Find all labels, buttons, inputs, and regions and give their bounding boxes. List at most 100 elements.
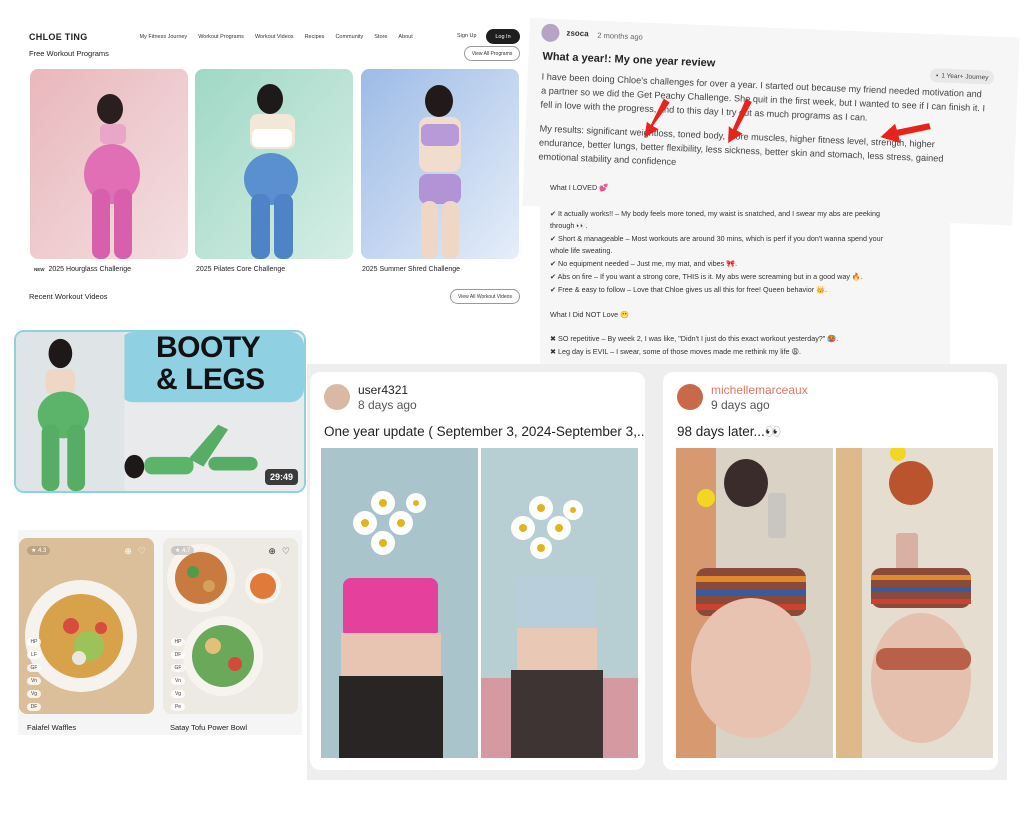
red-arrow-icon	[644, 98, 670, 138]
program-title: 2025 Pilates Core Challenge	[196, 266, 286, 273]
not-love-item: ✖ Leg day is EVIL – I swear, some of tho…	[550, 347, 801, 356]
recipes-panel: ★ 4.3 ⊕ ♡ HP LF GF Vn Vg DF Falafel Waff…	[18, 530, 302, 735]
loved-item: ✔ Abs on fire – If you want a strong cor…	[550, 272, 863, 281]
after-photo-image	[836, 448, 993, 758]
video-title-line: BOOTY	[156, 331, 261, 364]
diet-tag: Vn	[27, 677, 41, 685]
site-logo[interactable]: CHLOE TING	[29, 32, 88, 42]
rating-value: 4.3	[38, 548, 47, 554]
journey-badge: ▪ 1 Year+ Journey	[929, 68, 995, 85]
review-details: What I LOVED 💕 ✔ It actually works!! – M…	[540, 170, 950, 370]
program-title: 2025 Hourglass Challenge	[48, 266, 132, 273]
rating-badge: ★ 4.7	[171, 546, 195, 555]
loved-item: ✔ It actually works!! – My body feels mo…	[550, 209, 881, 218]
after-photo[interactable]	[836, 448, 993, 758]
add-icon[interactable]: ⊕	[124, 546, 132, 557]
top-navigation: CHLOE TING My Fitness Journey Workout Pr…	[18, 26, 528, 48]
diet-tag: GF	[27, 664, 41, 672]
post-username[interactable]: user4321	[358, 383, 408, 397]
program-image-pilates	[195, 69, 353, 259]
post-card-user4321[interactable]: user4321 8 days ago One year update ( Se…	[310, 372, 645, 770]
avatar[interactable]	[324, 384, 350, 410]
recipe-title[interactable]: Falafel Waffles	[27, 723, 76, 732]
rating-badge: ★ 4.3	[27, 546, 51, 555]
journey-badge-label: 1 Year+ Journey	[941, 72, 989, 81]
before-photo-image	[676, 448, 833, 758]
nav-link-my-fitness-journey[interactable]: My Fitness Journey	[140, 34, 188, 40]
before-photo[interactable]	[321, 448, 478, 758]
new-badge: NEW	[34, 267, 45, 272]
nav-link-about[interactable]: About	[398, 34, 412, 40]
heart-icon[interactable]: ♡	[138, 546, 146, 557]
view-all-workout-videos-button[interactable]: View All Workout Videos	[450, 289, 520, 304]
after-photo-image	[481, 448, 638, 758]
post-title[interactable]: One year update ( September 3, 2024-Sept…	[324, 424, 645, 439]
after-photo[interactable]	[481, 448, 638, 758]
recipe-actions: ⊕ ♡	[124, 546, 146, 557]
review-title: What a year!: My one year review	[542, 50, 716, 70]
nav-link-workout-programs[interactable]: Workout Programs	[198, 34, 244, 40]
signup-link[interactable]: Sign Up	[457, 33, 477, 39]
review-timestamp: 2 months ago	[597, 30, 643, 42]
rating-value: 4.7	[182, 548, 191, 554]
diet-tag: Vn	[171, 677, 185, 685]
video-title: BOOTY & LEGS	[156, 332, 265, 396]
recipe-title[interactable]: Satay Tofu Power Bowl	[170, 723, 247, 732]
nav-links: My Fitness Journey Workout Programs Work…	[140, 34, 413, 40]
program-image-hourglass	[30, 69, 188, 259]
before-photo[interactable]	[676, 448, 833, 758]
nav-link-community[interactable]: Community	[335, 34, 363, 40]
dumbbell-icon: ▪	[935, 71, 939, 79]
recipe-actions: ⊕ ♡	[268, 546, 290, 557]
login-button[interactable]: Log In	[486, 29, 520, 44]
video-duration-badge: 29:49	[264, 469, 298, 485]
diet-tag: Vg	[27, 690, 41, 698]
program-card-hourglass[interactable]	[30, 69, 188, 259]
view-all-programs-button[interactable]: View All Programs	[464, 46, 520, 61]
loved-item: through 👀.	[550, 221, 588, 230]
nav-link-workout-videos[interactable]: Workout Videos	[255, 34, 294, 40]
diet-tag: HP	[171, 638, 185, 646]
diet-tag: Pe	[171, 703, 185, 711]
programs-section-title: Free Workout Programs	[29, 49, 109, 58]
program-image-summer-shred	[361, 69, 519, 259]
avatar[interactable]	[677, 384, 703, 410]
red-arrow-icon	[728, 98, 752, 144]
videos-section-title: Recent Workout Videos	[29, 292, 108, 301]
recipe-card-satay-tofu-bowl[interactable]: ★ 4.7 ⊕ ♡ HP DF GF Vn Vg Pe	[163, 538, 298, 714]
workout-video-thumbnail[interactable]: BOOTY & LEGS 29:49	[14, 330, 306, 493]
before-photo-image	[321, 448, 478, 758]
program-card-pilates[interactable]	[195, 69, 353, 259]
post-timestamp: 9 days ago	[711, 398, 770, 412]
program-label-pilates[interactable]: 2025 Pilates Core Challenge	[196, 266, 285, 273]
heart-icon[interactable]: ♡	[282, 546, 290, 557]
diet-tag: HP	[27, 638, 41, 646]
website-panel: CHLOE TING My Fitness Journey Workout Pr…	[18, 26, 528, 311]
video-title-line: & LEGS	[156, 363, 265, 396]
post-card-michellemarceaux[interactable]: michellemarceaux 9 days ago 98 days late…	[663, 372, 998, 770]
loved-item: ✔ No equipment needed – Just me, my mat,…	[550, 259, 738, 268]
post-timestamp: 8 days ago	[358, 398, 417, 412]
community-posts: user4321 8 days ago One year update ( Se…	[307, 364, 1007, 780]
review-username[interactable]: zsoca	[566, 28, 589, 38]
nav-link-recipes[interactable]: Recipes	[305, 34, 325, 40]
program-label-summer-shred[interactable]: 2025 Summer Shred Challenge	[362, 266, 460, 273]
program-card-summer-shred[interactable]	[361, 69, 519, 259]
recipe-card-falafel-waffles[interactable]: ★ 4.3 ⊕ ♡ HP LF GF Vn Vg DF	[19, 538, 154, 714]
not-love-heading: What I Did NOT Love 😬	[550, 310, 630, 319]
post-username[interactable]: michellemarceaux	[711, 383, 808, 397]
loved-heading: What I LOVED 💕	[550, 183, 609, 192]
diet-tag: GF	[171, 664, 185, 672]
diet-tag: DF	[171, 651, 185, 659]
post-title[interactable]: 98 days later...👀	[677, 424, 782, 440]
loved-item: ✔ Short & manageable – Most workouts are…	[550, 234, 884, 243]
add-icon[interactable]: ⊕	[268, 546, 276, 557]
nav-link-store[interactable]: Store	[374, 34, 387, 40]
diet-tag: DF	[27, 703, 41, 711]
red-arrow-icon	[880, 123, 931, 143]
diet-tag: Vg	[171, 690, 185, 698]
diet-tag: LF	[27, 651, 41, 659]
program-label-hourglass[interactable]: NEW 2025 Hourglass Challenge	[34, 266, 131, 273]
diet-tags: HP LF GF Vn Vg DF	[27, 638, 41, 711]
loved-item: whole life sweating.	[550, 246, 613, 255]
